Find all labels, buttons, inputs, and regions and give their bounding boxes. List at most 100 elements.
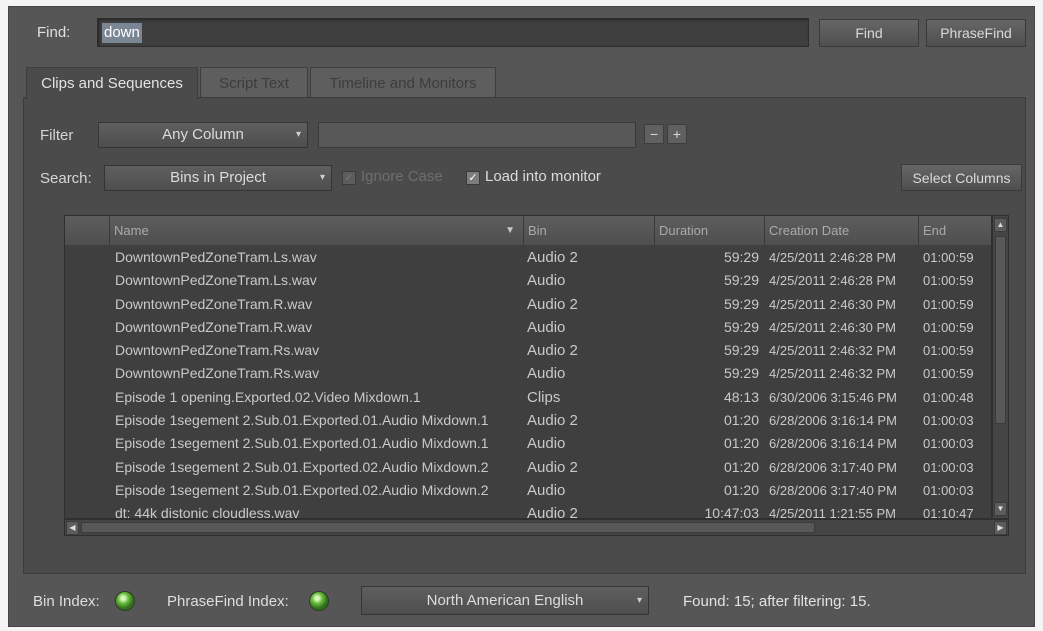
phrasefind-index-status-light-icon — [309, 591, 329, 611]
column-header-bin[interactable]: Bin — [524, 216, 655, 245]
table-row[interactable]: DowntownPedZoneTram.R.wav Audio 2 59:29 4/2… — [65, 293, 991, 316]
cell-name: dt: 44k distonic cloudless.wav — [115, 505, 300, 519]
cell-end: 01:00:03 — [923, 413, 974, 429]
cell-end: 01:00:59 — [923, 319, 974, 335]
cell-end: 01:00:03 — [923, 482, 974, 498]
cell-duration: 01:20 — [723, 435, 759, 452]
vertical-scroll-thumb[interactable] — [995, 236, 1006, 424]
column-header-end[interactable]: End — [919, 216, 991, 245]
column-header-icon[interactable] — [65, 216, 110, 245]
column-header-name[interactable]: Name ▼ — [110, 216, 524, 245]
tab-clips-and-sequences[interactable]: Clips and Sequences — [26, 67, 198, 99]
table-row[interactable]: Episode 1segement 2.Sub.01.Exported.02.A… — [65, 456, 991, 479]
cell-name: DowntownPedZoneTram.R.wav — [115, 295, 313, 312]
cell-bin: Audio — [527, 318, 566, 336]
table-row[interactable]: Episode 1segement 2.Sub.01.Exported.01.A… — [65, 432, 991, 455]
table-row[interactable]: Episode 1segement 2.Sub.01.Exported.02.A… — [65, 479, 991, 502]
cell-creation-date: 6/28/2006 3:16:14 PM — [769, 413, 897, 429]
phrasefind-button[interactable]: PhraseFind — [926, 19, 1026, 47]
search-scope-select[interactable]: Bins in Project ▾ — [104, 165, 332, 191]
cell-end: 01:00:59 — [923, 273, 974, 289]
table-body: DowntownPedZoneTram.Ls.wav Audio 2 59:29 4/… — [65, 246, 991, 519]
cell-duration: 01:20 — [723, 481, 759, 498]
chevron-down-icon: ▾ — [319, 172, 325, 183]
column-header-creation-date[interactable]: Creation Date — [765, 216, 919, 245]
cell-end: 01:00:59 — [923, 250, 974, 265]
cell-bin: Audio — [527, 435, 566, 453]
cell-duration: 59:29 — [723, 365, 759, 382]
clips-panel: Filter Any Column ▾ − + Search: Bins in … — [23, 97, 1026, 574]
load-into-monitor-checkbox[interactable]: ✓ — [466, 171, 480, 185]
table-row[interactable]: DowntownPedZoneTram.Ls.wav Audio 2 59:29 4/… — [65, 246, 991, 269]
cell-name: Episode 1segement 2.Sub.01.Exported.01.A… — [115, 435, 489, 452]
table-row[interactable]: dt: 44k distonic cloudless.wav Audio 2 10:… — [65, 502, 991, 519]
scroll-right-icon[interactable]: ▶ — [994, 521, 1007, 535]
cell-name: Episode 1segement 2.Sub.01.Exported.02.A… — [115, 458, 489, 475]
bin-index-label: Bin Index: — [33, 593, 100, 610]
scroll-down-icon[interactable]: ▼ — [994, 502, 1007, 516]
select-columns-button[interactable]: Select Columns — [901, 164, 1022, 191]
cell-creation-date: 4/25/2011 2:46:30 PM — [769, 296, 896, 312]
cell-creation-date: 4/25/2011 2:46:32 PM — [769, 343, 896, 359]
table-row[interactable]: DowntownPedZoneTram.R.wav Audio 59:29 4/25/… — [65, 316, 991, 339]
cell-duration: 59:29 — [723, 295, 759, 312]
cell-end: 01:00:59 — [923, 366, 974, 382]
table-row[interactable]: Episode 1segement 2.Sub.01.Exported.01.A… — [65, 409, 991, 432]
sort-descending-icon: ▼ — [505, 225, 515, 236]
table-row[interactable]: Episode 1 opening.Exported.02.Video Mixd… — [65, 386, 991, 409]
cell-name: DowntownPedZoneTram.Ls.wav — [115, 249, 317, 265]
status-bar: Bin Index: PhraseFind Index: North Ameri… — [9, 577, 1034, 627]
cell-duration: 01:20 — [723, 458, 759, 475]
cell-creation-date: 4/25/2011 2:46:32 PM — [769, 366, 896, 382]
cell-bin: Audio — [527, 481, 566, 499]
results-table: Name ▼ Bin Duration Creation Date End Do… — [64, 215, 992, 519]
found-count: Found: 15; after filtering: 15. — [683, 593, 871, 610]
filter-label: Filter — [40, 127, 74, 144]
table-row[interactable]: DowntownPedZoneTram.Rs.wav Audio 2 59:29 4/… — [65, 339, 991, 362]
filter-text-input[interactable] — [318, 122, 636, 148]
cell-end: 01:00:59 — [923, 296, 974, 312]
cell-name: DowntownPedZoneTram.Rs.wav — [115, 342, 320, 359]
scroll-up-icon[interactable]: ▲ — [994, 218, 1007, 232]
cell-duration: 59:29 — [723, 342, 759, 359]
tab-timeline-and-monitors[interactable]: Timeline and Monitors — [310, 67, 496, 98]
find-input[interactable]: down — [97, 18, 809, 47]
horizontal-scroll-thumb[interactable] — [81, 522, 815, 533]
cell-bin: Audio 2 — [527, 458, 578, 476]
cell-name: Episode 1segement 2.Sub.01.Exported.02.A… — [115, 481, 489, 498]
cell-name: Episode 1segement 2.Sub.01.Exported.01.A… — [115, 412, 489, 429]
ignore-case-checkbox[interactable]: ✓ — [342, 171, 356, 185]
vertical-scrollbar[interactable]: ▲ ▼ — [992, 215, 1009, 519]
cell-bin: Audio — [527, 365, 566, 383]
cell-duration: 59:29 — [723, 272, 759, 289]
cell-bin: Audio 2 — [527, 249, 578, 266]
cell-name: DowntownPedZoneTram.Rs.wav — [115, 365, 320, 382]
cell-duration: 59:29 — [723, 318, 759, 335]
cell-end: 01:00:48 — [923, 389, 974, 405]
cell-duration: 48:13 — [723, 388, 759, 405]
cell-bin: Audio 2 — [527, 295, 578, 313]
filter-column-select[interactable]: Any Column ▾ — [98, 122, 308, 148]
tab-script-text[interactable]: Script Text — [200, 67, 308, 98]
cell-creation-date: 6/28/2006 3:17:40 PM — [769, 459, 897, 475]
chevron-down-icon: ▾ — [295, 129, 301, 140]
cell-bin: Audio 2 — [527, 412, 578, 430]
table-row[interactable]: DowntownPedZoneTram.Rs.wav Audio 59:29 4/25… — [65, 362, 991, 385]
phrasefind-index-label: PhraseFind Index: — [167, 593, 289, 610]
cell-duration: 10:47:03 — [704, 505, 760, 519]
cell-end: 01:00:03 — [923, 436, 974, 452]
add-filter-button[interactable]: + — [667, 124, 687, 144]
table-row[interactable]: DowntownPedZoneTram.Ls.wav Audio 59:29 4/25… — [65, 269, 991, 292]
cell-end: 01:00:59 — [923, 343, 974, 359]
column-header-duration[interactable]: Duration — [655, 216, 765, 245]
cell-creation-date: 6/28/2006 3:16:14 PM — [769, 436, 897, 452]
remove-filter-button[interactable]: − — [644, 124, 664, 144]
find-window: Find: down Find PhraseFind Clips and Seq… — [8, 6, 1035, 627]
language-select[interactable]: North American English ▾ — [361, 586, 649, 615]
search-label: Search: — [40, 170, 92, 187]
cell-bin: Audio — [527, 272, 566, 290]
scroll-left-icon[interactable]: ◀ — [66, 521, 79, 535]
horizontal-scrollbar[interactable]: ◀ ▶ — [64, 519, 1009, 536]
ignore-case-label: Ignore Case — [361, 168, 443, 185]
find-button[interactable]: Find — [819, 19, 919, 47]
